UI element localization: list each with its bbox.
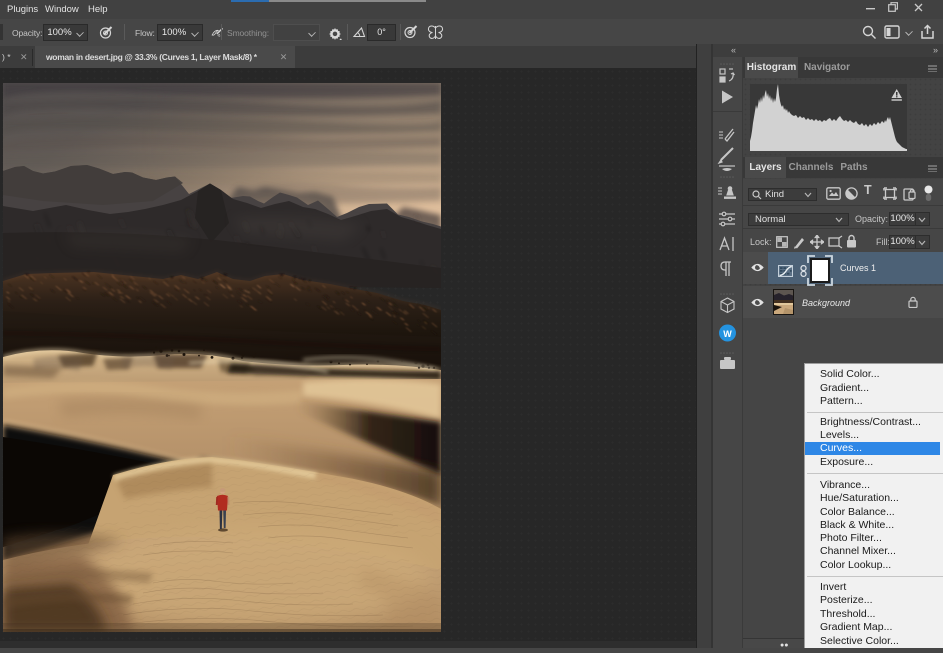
svg-text:W: W bbox=[723, 329, 732, 339]
